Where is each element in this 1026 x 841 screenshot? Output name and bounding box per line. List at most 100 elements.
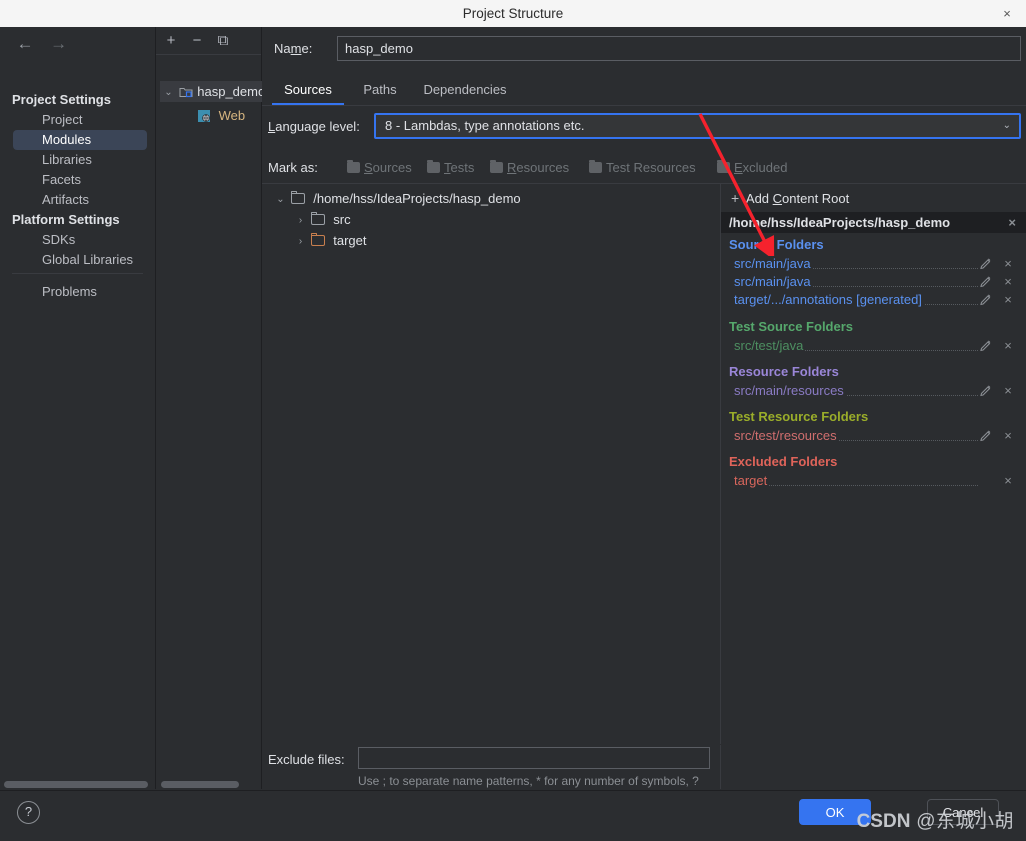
tree-row-label: src [333,212,351,227]
mark-as-row: Mark as: Sources Tests Resources Test Re… [262,156,1026,184]
root-item-source-1[interactable]: src/main/java × [734,273,1018,291]
root-item-path: target [734,473,770,488]
root-item-source-2[interactable]: target/.../annotations [generated] × [734,291,1018,309]
sidebar-item-sdks[interactable]: SDKs [13,230,147,250]
exclude-files-area: Exclude files: Use ; to separate name pa… [262,745,721,804]
web-facet-svg [198,110,210,122]
mark-as-resources-button[interactable]: Resources [490,158,569,178]
mark-as-tests-button[interactable]: Tests [427,158,474,178]
tab-dependencies[interactable]: Dependencies [413,77,517,105]
editor-tabs: Sources Paths Dependencies [262,77,1026,106]
root-item-excluded-0[interactable]: target × [734,472,1018,490]
root-item-path: target/.../annotations [generated] [734,292,924,307]
section-title-source-folders: Source Folders [729,237,824,252]
add-module-icon[interactable]: + [160,30,182,52]
modules-hscroll-track[interactable] [156,780,261,789]
tab-paths[interactable]: Paths [355,77,405,105]
remove-module-icon[interactable]: − [186,30,208,52]
edit-pencil-icon[interactable] [978,428,994,444]
back-arrow-icon[interactable]: ← [10,31,40,57]
chevron-down-icon[interactable]: ⌄ [162,82,175,103]
remove-root-icon[interactable]: × [1000,383,1016,399]
exclude-files-input[interactable] [358,747,710,769]
sidebar-hscroll-thumb[interactable] [4,781,148,788]
modules-hscroll-thumb[interactable] [161,781,239,788]
language-level-combobox[interactable]: 8 - Lambdas, type annotations etc. ⌄ [374,113,1021,139]
root-item-path: src/test/java [734,338,806,353]
mark-as-excluded-button[interactable]: Excluded [717,158,787,178]
root-item-resource-0[interactable]: src/main/resources × [734,382,1018,400]
sidebar-item-problems[interactable]: Problems [13,282,147,302]
remove-root-icon[interactable]: × [1000,428,1016,444]
forward-arrow-icon[interactable]: → [44,31,74,57]
sidebar-hscroll-track[interactable] [0,780,155,789]
remove-root-icon[interactable]: × [1000,274,1016,290]
edit-pencil-icon[interactable] [978,383,994,399]
remove-root-icon[interactable]: × [1000,292,1016,308]
language-level-value: 8 - Lambdas, type annotations etc. [385,118,585,133]
remove-root-icon[interactable]: × [1000,338,1016,354]
remove-root-icon[interactable]: × [1000,256,1016,272]
remove-root-icon[interactable]: × [1000,473,1016,489]
remove-content-root-icon[interactable]: × [1008,212,1016,233]
module-icon [179,83,194,98]
edit-pencil-icon[interactable] [978,292,994,308]
mark-as-sources-button[interactable]: Sources [347,158,412,178]
watermark-brand: CSDN [856,811,911,832]
section-title-excluded-folders: Excluded Folders [729,454,838,469]
sidebar-item-libraries[interactable]: Libraries [13,150,147,170]
name-label: Name: [274,41,313,56]
module-editor: Name: Sources Paths Dependencies Languag… [262,27,1026,804]
tests-folder-icon [427,160,440,173]
excluded-folder-icon [310,233,325,246]
content-root-path: /home/hss/IdeaProjects/hasp_demo [729,215,951,230]
sidebar-item-artifacts[interactable]: Artifacts [13,190,147,210]
chevron-right-icon[interactable]: › [294,231,307,252]
modules-panel: + − ⧉ ⌄ hasp_demo Web [156,27,265,789]
sidebar-divider [12,273,143,274]
tree-row-label: /home/hss/IdeaProjects/hasp_demo [313,191,521,206]
root-item-test-resource-0[interactable]: src/test/resources × [734,427,1018,445]
sidebar-item-facets[interactable]: Facets [13,170,147,190]
content-root-header: /home/hss/IdeaProjects/hasp_demo × [721,212,1026,233]
tree-row-content-root[interactable]: ⌄ /home/hss/IdeaProjects/hasp_demo [274,188,521,209]
tree-row-label: target [333,233,367,248]
root-item-path: src/main/java [734,274,813,289]
content-root-tree: ⌄ /home/hss/IdeaProjects/hasp_demo › src… [262,184,721,744]
tree-row-target[interactable]: › target [294,230,367,251]
title-bar: Project Structure × [0,0,1026,28]
tab-sources[interactable]: Sources [272,77,344,105]
edit-pencil-icon[interactable] [978,274,994,290]
module-name-input[interactable] [337,36,1021,61]
help-icon[interactable]: ? [17,801,40,824]
root-item-path: src/main/resources [734,383,846,398]
dotted-leader [734,485,978,486]
module-name-row: Name: [262,36,1026,66]
section-title-resource-folders: Resource Folders [729,364,839,379]
chevron-down-icon[interactable]: ⌄ [1003,115,1011,137]
sidebar-item-global-libraries[interactable]: Global Libraries [13,250,147,270]
module-tree-item-hasp-demo[interactable]: ⌄ hasp_demo [160,81,265,103]
mark-as-test-resources-button[interactable]: Test Resources [589,158,696,178]
settings-sidebar: ← → Project Settings Project Modules Lib… [0,27,156,789]
sidebar-item-project[interactable]: Project [13,110,147,130]
edit-pencil-icon[interactable] [978,256,994,272]
copy-module-icon[interactable]: ⧉ [212,30,234,52]
module-tree-item-label: Web [218,108,246,123]
chevron-down-icon[interactable]: ⌄ [274,189,287,210]
web-facet-icon [198,107,211,122]
chevron-right-icon[interactable]: › [294,210,307,231]
module-tree-item-web[interactable]: Web [160,105,245,126]
add-content-root-button[interactable]: + Add Content Root [721,186,1026,210]
close-icon[interactable]: × [996,0,1018,27]
watermark-handle: @东城小胡 [916,811,1014,832]
dialog-body: ← → Project Settings Project Modules Lib… [0,27,1026,841]
sidebar-item-modules[interactable]: Modules [13,130,147,150]
edit-pencil-icon[interactable] [978,338,994,354]
root-item-test-source-0[interactable]: src/test/java × [734,337,1018,355]
project-structure-dialog: Project Structure × ← → Project Settings… [0,0,1026,841]
exclude-files-spacer [721,745,1026,789]
csdn-watermark: CSDN @东城小胡 [857,806,1014,833]
tree-row-src[interactable]: › src [294,209,351,230]
root-item-source-0[interactable]: src/main/java × [734,255,1018,273]
